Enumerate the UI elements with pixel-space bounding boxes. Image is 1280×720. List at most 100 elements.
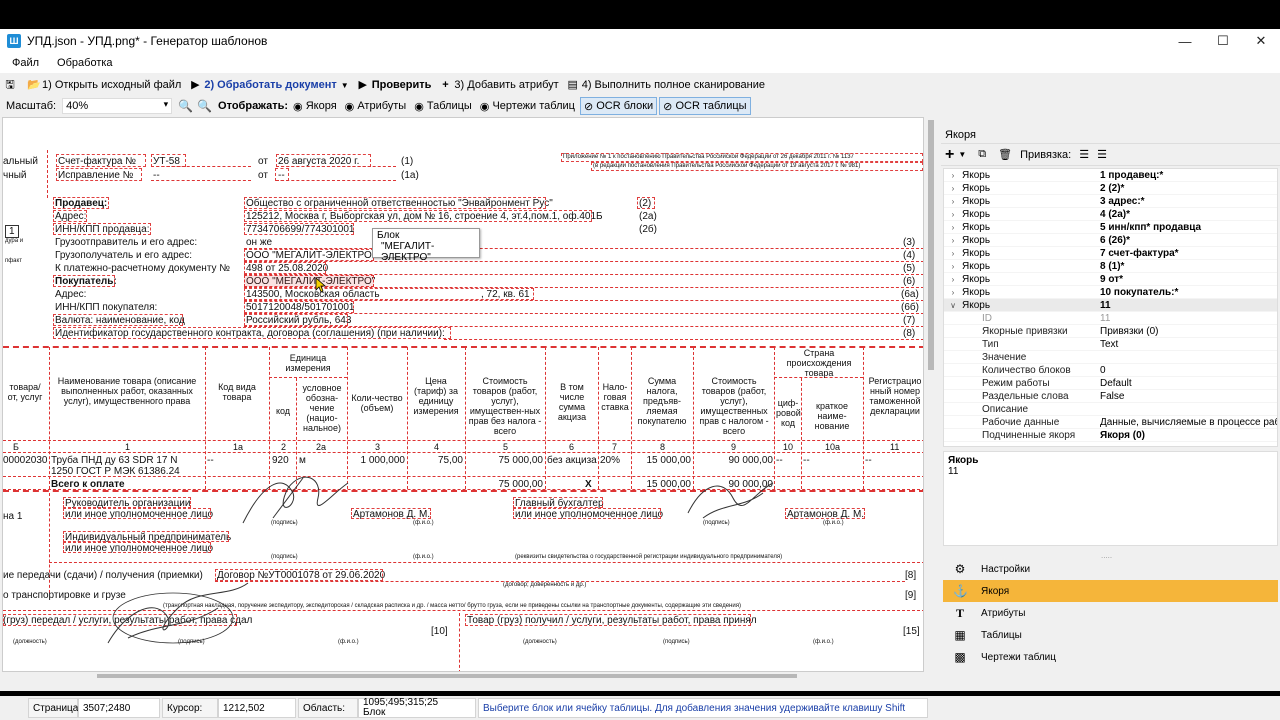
ocr-block[interactable] xyxy=(244,314,348,326)
selected-ocr-block[interactable] xyxy=(244,275,374,287)
table-cell[interactable]: Всего к оплате xyxy=(51,479,125,490)
ocr-block[interactable] xyxy=(53,197,109,209)
table-cell[interactable]: 00002030 xyxy=(3,455,48,466)
ocr-block[interactable] xyxy=(63,531,229,542)
anchor-row[interactable]: › Якорь 3 адрес:* xyxy=(944,195,1277,208)
property-row[interactable]: Значение xyxy=(944,351,1277,364)
nav-tables[interactable]: ▦ Таблицы xyxy=(943,624,1278,646)
anchor-row[interactable]: › Якорь 10 покупатель:* xyxy=(944,286,1277,299)
document-canvas[interactable]: альный чный Счет-фактура № УТ-58 от 26 а… xyxy=(2,117,924,672)
toggle-drawings[interactable]: ◉ Чертежи таблиц xyxy=(477,97,578,115)
chevron-right-icon[interactable]: › xyxy=(944,249,962,258)
horizontal-scrollbar[interactable] xyxy=(2,672,924,680)
property-row[interactable]: Рабочие данные Данные, вычисляемые в проц… xyxy=(944,416,1277,429)
ocr-block[interactable] xyxy=(63,508,211,519)
ocr-block[interactable] xyxy=(53,210,87,222)
maximize-button[interactable]: ☐ xyxy=(1204,29,1242,53)
toggle-ocr-blocks[interactable]: ⊘ OCR блоки xyxy=(579,97,658,115)
chevron-right-icon[interactable]: › xyxy=(944,210,962,219)
chevron-down-icon[interactable]: ▼ xyxy=(958,150,966,159)
chevron-right-icon[interactable]: › xyxy=(944,197,962,206)
save-button[interactable]: 🖫 xyxy=(0,76,23,94)
table-cell[interactable]: -- xyxy=(865,455,872,466)
ocr-block[interactable] xyxy=(561,153,923,162)
anchor-row[interactable]: › Якорь 5 инн/кпп* продавца xyxy=(944,221,1277,234)
table-cell[interactable]: X xyxy=(585,479,592,490)
table-cell[interactable]: без акциза xyxy=(547,455,597,466)
chevron-right-icon[interactable]: › xyxy=(944,171,962,180)
table-cell[interactable]: -- xyxy=(803,455,810,466)
ocr-block[interactable] xyxy=(351,508,431,519)
property-row[interactable]: Якорные привязки Привязки (0) xyxy=(944,325,1277,338)
property-row[interactable]: Режим работы Default xyxy=(944,377,1277,390)
table-cell[interactable]: 75 000,00 xyxy=(467,455,544,466)
nav-attributes[interactable]: T Атрибуты xyxy=(943,602,1278,624)
trash-icon[interactable]: 🗑 xyxy=(998,148,1012,161)
close-button[interactable]: ✕ xyxy=(1242,29,1280,53)
process-document-button[interactable]: ▶ 2) Обработать документ ▼ xyxy=(185,76,352,94)
table-cell[interactable]: 1 000,000 xyxy=(349,455,406,466)
ocr-block[interactable] xyxy=(53,275,115,287)
minimize-button[interactable]: — xyxy=(1166,29,1204,53)
ocr-block[interactable] xyxy=(465,614,751,626)
toggle-attributes[interactable]: ◉ Атрибуты xyxy=(342,97,410,115)
anchor-row[interactable]: ∨ Якорь 11 xyxy=(944,299,1277,312)
scroll-thumb[interactable] xyxy=(928,120,934,370)
ocr-block[interactable] xyxy=(53,314,183,326)
ocr-block[interactable] xyxy=(785,508,865,519)
table-cell[interactable]: -- xyxy=(776,455,783,466)
chevron-right-icon[interactable]: › xyxy=(944,236,962,245)
table-cell[interactable]: 75 000,00 xyxy=(467,479,544,490)
anchor-row[interactable]: › Якорь 8 (1)* xyxy=(944,260,1277,273)
anchor-row[interactable]: › Якорь 1 продавец:* xyxy=(944,169,1277,182)
layers-icon[interactable]: ☰ xyxy=(1079,148,1089,161)
ocr-block[interactable] xyxy=(56,154,146,167)
ocr-block[interactable] xyxy=(244,262,326,274)
check-button[interactable]: ▶ Проверить xyxy=(353,76,436,94)
open-file-button[interactable]: 📂 1) Открыть исходный файл xyxy=(23,76,185,94)
nav-anchors[interactable]: ⚓ Якоря xyxy=(943,580,1278,602)
property-row[interactable]: Тип Text xyxy=(944,338,1277,351)
ocr-block[interactable] xyxy=(63,497,191,508)
ocr-block[interactable] xyxy=(244,210,592,222)
zoom-out-icon[interactable]: 🔍 xyxy=(197,99,212,113)
ocr-block[interactable] xyxy=(513,497,603,508)
ocr-block[interactable] xyxy=(63,542,211,553)
anchor-row[interactable]: › Якорь 9 от* xyxy=(944,273,1277,286)
anchor-row[interactable]: › Якорь 2 (2)* xyxy=(944,182,1277,195)
ocr-block[interactable] xyxy=(244,197,546,209)
property-row[interactable]: ID 11 xyxy=(944,312,1277,325)
chevron-down-icon[interactable]: ▼ xyxy=(341,81,349,90)
layers-alt-icon[interactable]: ☰ xyxy=(1097,148,1107,161)
menu-processing[interactable]: Обработка xyxy=(51,57,118,69)
anchor-row[interactable]: › Якорь 6 (26)* xyxy=(944,234,1277,247)
chevron-right-icon[interactable]: › xyxy=(944,288,962,297)
table-cell[interactable]: 90 000,00 xyxy=(695,455,774,466)
toggle-ocr-tables[interactable]: ⊘ OCR таблицы xyxy=(659,97,751,115)
table-cell[interactable]: 15 000,00 xyxy=(633,455,692,466)
scroll-thumb[interactable] xyxy=(97,674,797,678)
add-attribute-button[interactable]: +3) Добавить атрибут xyxy=(435,76,562,94)
property-row[interactable]: Раздельные слова False xyxy=(944,390,1277,403)
table-cell[interactable]: -- xyxy=(207,455,214,466)
ocr-block[interactable] xyxy=(244,301,354,313)
chevron-right-icon[interactable]: › xyxy=(944,184,962,193)
table-cell[interactable]: 75,00 xyxy=(409,455,463,466)
property-row[interactable]: Подчиненные якоря Якоря (0) xyxy=(944,429,1277,442)
chevron-right-icon[interactable]: › xyxy=(944,223,962,232)
property-row[interactable]: Количество блоков 0 xyxy=(944,364,1277,377)
ocr-block[interactable] xyxy=(637,197,655,209)
ocr-block[interactable] xyxy=(56,168,142,181)
toggle-tables[interactable]: ◉ Таблицы xyxy=(411,97,475,115)
anchor-row[interactable]: › Якорь 7 счет-фактура* xyxy=(944,247,1277,260)
ocr-block[interactable] xyxy=(513,508,661,519)
add-icon[interactable]: + xyxy=(945,146,954,164)
ocr-block[interactable] xyxy=(53,327,451,339)
menu-file[interactable]: Файл xyxy=(6,57,45,69)
ocr-block[interactable] xyxy=(244,249,374,261)
nav-settings[interactable]: ⚙ Настройки xyxy=(943,558,1278,580)
nav-table-drawings[interactable]: ▩ Чертежи таблиц xyxy=(943,646,1278,668)
anchor-row[interactable]: › Якорь 4 (2а)* xyxy=(944,208,1277,221)
vertical-scrollbar[interactable] xyxy=(926,117,936,672)
full-scan-button[interactable]: ▤ 4) Выполнить полное сканирование xyxy=(563,76,769,94)
